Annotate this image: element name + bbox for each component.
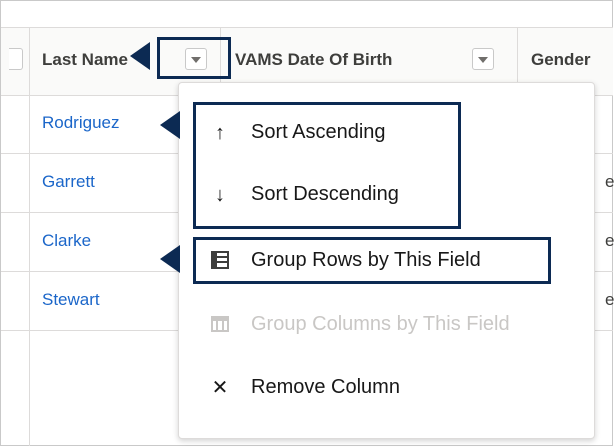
date-of-birth-column-menu-button[interactable] (472, 48, 494, 70)
column-header-last-name[interactable]: Last Name (42, 50, 128, 70)
menu-item-remove-column[interactable]: ✕ Remove Column (179, 360, 594, 416)
last-name-link[interactable]: Garrett (42, 172, 95, 192)
annotation-box-group-rows (193, 237, 551, 284)
column-header-vams-date-of-birth[interactable]: VAMS Date Of Birth (235, 50, 392, 70)
close-icon: ✕ (211, 377, 229, 399)
last-name-link[interactable]: Clarke (42, 231, 91, 251)
annotation-arrow-icon (160, 111, 180, 139)
chevron-down-icon (478, 57, 488, 63)
last-name-link[interactable]: Rodriguez (42, 113, 120, 133)
column-header-gender[interactable]: Gender (531, 50, 591, 70)
annotation-box-column-menu-button (157, 37, 231, 79)
gender-cell: e (605, 231, 615, 250)
annotation-arrow-icon (160, 245, 180, 273)
menu-item-label: Remove Column (251, 376, 400, 398)
last-name-link[interactable]: Stewart (42, 290, 100, 310)
annotation-box-sort-options (193, 102, 461, 229)
previous-column-menu-button[interactable] (9, 48, 23, 70)
menu-item-label: Group Columns by This Field (251, 313, 510, 335)
column-divider (29, 28, 30, 95)
menu-item-group-columns: Group Columns by This Field (179, 297, 594, 353)
gender-cell: e (605, 290, 615, 309)
column-divider (29, 331, 30, 446)
annotation-arrow-icon (130, 42, 150, 70)
gender-cell: e (605, 172, 615, 191)
group-columns-icon (209, 314, 231, 336)
